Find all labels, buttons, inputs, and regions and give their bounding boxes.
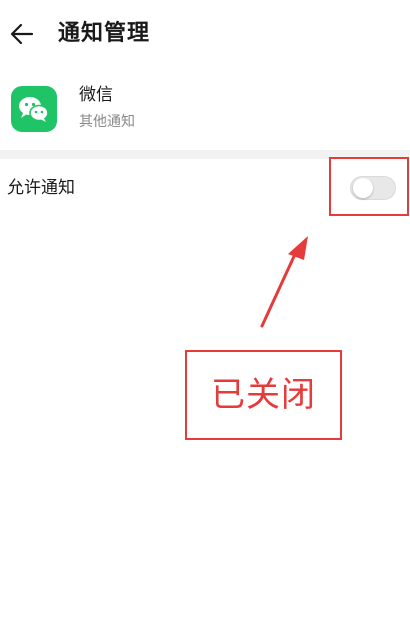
callout-text: 已关闭 — [211, 375, 316, 415]
app-info-row: 微信 其他通知 — [0, 78, 410, 144]
allow-notifications-label: 允许通知 — [7, 178, 75, 198]
toggle-highlight-box — [329, 157, 409, 216]
annotation-arrow-icon — [260, 236, 308, 328]
page-title: 通知管理 — [58, 21, 151, 46]
app-subtitle: 其他通知 — [79, 114, 135, 130]
arrow-left-icon[interactable] — [8, 20, 36, 48]
app-name: 微信 — [79, 85, 113, 105]
wechat-icon — [11, 86, 57, 132]
callout-box: 已关闭 — [185, 350, 342, 440]
top-bar: 通知管理 — [0, 0, 410, 70]
